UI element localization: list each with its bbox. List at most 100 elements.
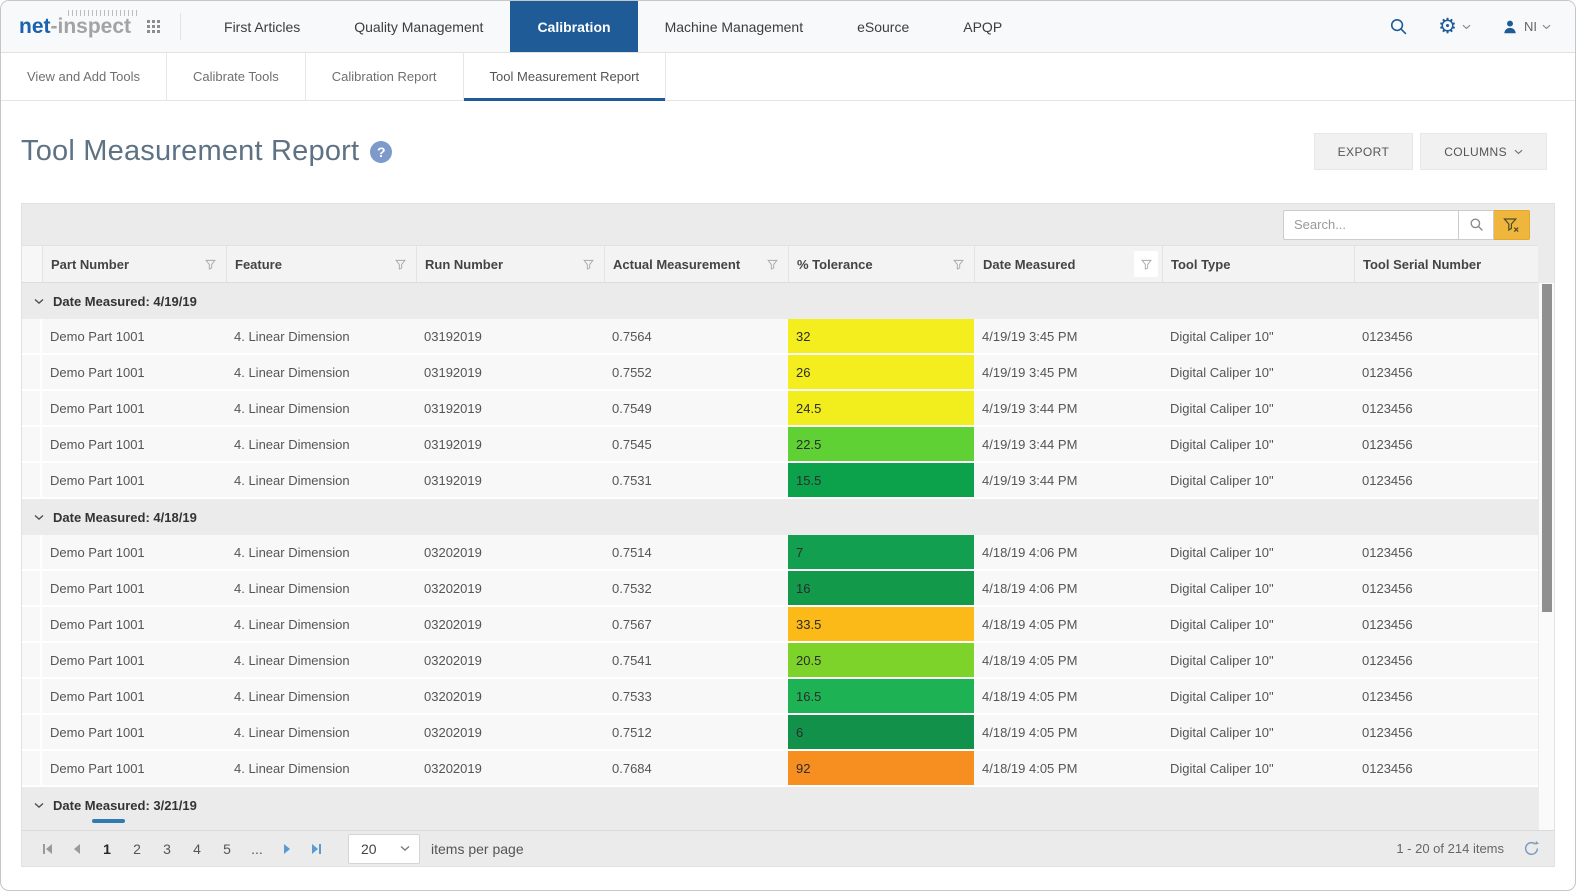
pager-first-button[interactable] [32, 837, 62, 861]
cell-date-measured: 4/19/19 3:45 PM [982, 328, 1078, 344]
table-row[interactable]: Demo Part 1001 4. Linear Dimension 0320201… [22, 571, 1538, 607]
group-header[interactable]: Date Measured: 4/19/19 [22, 283, 1554, 319]
column-header-blank [22, 246, 42, 282]
pager-last-button[interactable] [302, 837, 332, 861]
export-button[interactable]: EXPORT [1313, 133, 1414, 170]
collapse-chevron-icon [34, 298, 44, 304]
column-filter-button[interactable] [388, 251, 412, 277]
cell-tolerance: 92 [788, 751, 974, 785]
pager-ellipsis[interactable]: ... [242, 841, 272, 857]
column-filter-button[interactable] [198, 251, 222, 277]
table-row[interactable]: Demo Part 1001 4. Linear Dimension 0320201… [22, 643, 1538, 679]
cell-feature: 4. Linear Dimension [234, 688, 350, 704]
pager-page-2[interactable]: 2 [122, 841, 152, 857]
settings-menu[interactable]: ⚙ [1438, 16, 1471, 37]
cell-tolerance: 15.5 [788, 463, 974, 497]
clear-filter-button[interactable] [1494, 209, 1530, 240]
cell-tool-serial-number: 0123456 [1362, 544, 1413, 560]
column-filter-button[interactable] [1134, 251, 1158, 277]
cell-tool-type: Digital Caliper 10" [1170, 472, 1274, 488]
user-icon [1504, 20, 1516, 33]
table-row[interactable]: Demo Part 1001 4. Linear Dimension 0319201… [22, 355, 1538, 391]
user-initials: NI [1524, 19, 1537, 34]
group-header[interactable]: Date Measured: 4/18/19 [22, 499, 1554, 535]
help-icon[interactable]: ? [370, 140, 393, 163]
column-filter-button[interactable] [946, 251, 970, 277]
column-header-actual-measurement[interactable]: Actual Measurement [604, 246, 788, 282]
cell-tool-serial-number: 0123456 [1362, 688, 1413, 704]
user-menu[interactable]: NI [1501, 18, 1551, 36]
nav-item-esource[interactable]: eSource [830, 1, 936, 52]
column-header-tool-serial-number[interactable]: Tool Serial Number [1354, 246, 1538, 282]
tab-calibrate-tools[interactable]: Calibrate Tools [167, 53, 306, 100]
column-header-part-number[interactable]: Part Number [42, 246, 226, 282]
table-body: Date Measured: 4/19/19 Demo Part 1001 4. L… [22, 283, 1554, 832]
column-header-date-measured[interactable]: Date Measured [974, 246, 1162, 282]
search-input[interactable] [1283, 209, 1458, 240]
page-size-select[interactable]: 20 [348, 833, 420, 864]
table-header-row: Part Number Feature Run Number Actual Measu… [22, 245, 1538, 283]
search-icon[interactable] [1389, 17, 1408, 36]
cell-tolerance: 16 [788, 571, 974, 605]
cell-date-measured: 4/18/19 4:05 PM [982, 724, 1078, 740]
pager-next-button[interactable] [272, 837, 302, 861]
table-row[interactable]: Demo Part 1001 4. Linear Dimension 0320201… [22, 715, 1538, 751]
pager-page-4[interactable]: 4 [182, 841, 212, 857]
column-header-tool-type[interactable]: Tool Type [1162, 246, 1354, 282]
table-row[interactable]: Demo Part 1001 4. Linear Dimension 0319201… [22, 463, 1538, 499]
filter-icon [766, 259, 778, 270]
chevron-down-icon [1542, 24, 1551, 29]
table-row[interactable]: Demo Part 1001 4. Linear Dimension 0319201… [22, 391, 1538, 427]
cell-feature: 4. Linear Dimension [234, 472, 350, 488]
table-row[interactable]: Demo Part 1001 4. Linear Dimension 0320201… [22, 607, 1538, 643]
nav-item-machine-management[interactable]: Machine Management [638, 1, 831, 52]
cell-run-number: 03202019 [424, 544, 482, 560]
nav-item-first-articles[interactable]: First Articles [197, 1, 327, 52]
cell-actual-measurement: 0.7533 [612, 688, 652, 704]
cell-tolerance: 7 [788, 535, 974, 569]
table-row[interactable]: Demo Part 1001 4. Linear Dimension 0319201… [22, 427, 1538, 463]
cell-feature: 4. Linear Dimension [234, 724, 350, 740]
cell-actual-measurement: 0.7514 [612, 544, 652, 560]
refresh-button[interactable] [1523, 840, 1540, 857]
pager-page-5[interactable]: 5 [212, 841, 242, 857]
pager-previous-button[interactable] [62, 837, 92, 861]
expand-cell [22, 463, 42, 497]
nav-item-apqp[interactable]: APQP [936, 1, 1029, 52]
search-submit-button[interactable] [1458, 209, 1494, 240]
group-header[interactable]: Date Measured: 3/21/19 [22, 787, 1554, 823]
pager-page-3[interactable]: 3 [152, 841, 182, 857]
columns-button[interactable]: COLUMNS [1420, 133, 1547, 170]
table-row[interactable]: Demo Part 1001 4. Linear Dimension 0319201… [22, 319, 1538, 355]
vertical-scrollbar[interactable] [1538, 283, 1554, 830]
column-header-run-number[interactable]: Run Number [416, 246, 604, 282]
chevron-down-icon [1514, 149, 1523, 154]
column-header-feature[interactable]: Feature [226, 246, 416, 282]
tab-tool-measurement-report[interactable]: Tool Measurement Report [463, 53, 667, 101]
tab-calibration-report[interactable]: Calibration Report [306, 53, 464, 100]
column-filter-button[interactable] [576, 251, 600, 277]
nav-item-quality-management[interactable]: Quality Management [327, 1, 510, 52]
nav-item-calibration[interactable]: Calibration [510, 1, 638, 52]
table-row[interactable]: Demo Part 1001 4. Linear Dimension 0320201… [22, 751, 1538, 787]
tab-view-and-add-tools[interactable]: View and Add Tools [1, 53, 167, 100]
page-actions: EXPORT COLUMNS [1313, 133, 1547, 170]
cell-run-number: 03192019 [424, 328, 482, 344]
scrollbar-thumb[interactable] [1542, 284, 1552, 612]
table-row[interactable]: Demo Part 1001 4. Linear Dimension 0320201… [22, 679, 1538, 715]
pager: 1 2 3 4 5... 20 items per page 1 - 20 of 214… [22, 830, 1554, 866]
pager-page-1[interactable]: 1 [92, 841, 122, 857]
cell-tolerance: 16.5 [788, 679, 974, 713]
page-header: Tool Measurement Report ? EXPORT COLUMNS [1, 101, 1575, 170]
column-header-tolerance[interactable]: % Tolerance [788, 246, 974, 282]
cell-tolerance: 32 [788, 319, 974, 353]
ruler-marks-icon [68, 10, 140, 16]
app-launcher-icon[interactable] [147, 20, 161, 33]
table-row[interactable]: Demo Part 1001 4. Linear Dimension 0320201… [22, 535, 1538, 571]
cell-actual-measurement: 0.7567 [612, 616, 652, 632]
column-filter-button[interactable] [760, 251, 784, 277]
cell-run-number: 03202019 [424, 688, 482, 704]
cell-feature: 4. Linear Dimension [234, 436, 350, 452]
cell-tool-serial-number: 0123456 [1362, 400, 1413, 416]
cell-feature: 4. Linear Dimension [234, 544, 350, 560]
